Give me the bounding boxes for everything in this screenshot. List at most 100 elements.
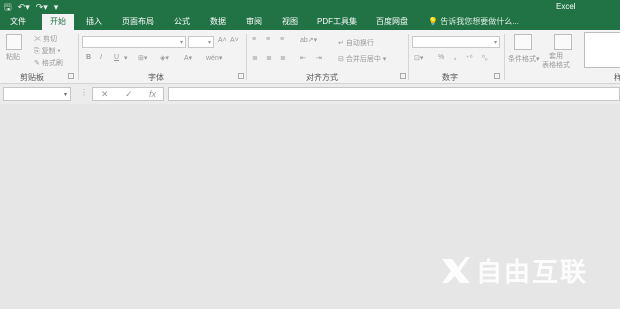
divider <box>504 34 505 80</box>
tab-view[interactable]: 视图 <box>274 14 306 30</box>
align-left-icon[interactable]: ≣ <box>252 54 258 62</box>
font-size-combo[interactable]: ▾ <box>188 36 214 48</box>
increase-indent-icon[interactable]: ⇥ <box>316 54 322 62</box>
app-title: Excel <box>556 2 576 11</box>
tell-me-box[interactable]: 💡 告诉我您想要做什么... <box>428 14 519 30</box>
phonetic-label: wén <box>206 55 219 62</box>
shrink-font-button[interactable]: A˅ <box>230 37 239 44</box>
borders-icon[interactable]: ⊞▾ <box>138 54 147 62</box>
decrease-decimal-icon[interactable]: ⁰₀ <box>482 54 488 62</box>
number-format-combo[interactable]: ▾ <box>412 36 500 48</box>
divider <box>78 34 79 80</box>
orientation-icon[interactable]: ab↗▾ <box>300 36 317 44</box>
group-label-alignment: 对齐方式 <box>306 73 338 82</box>
lightbulb-icon: 💡 <box>428 17 438 26</box>
underline-dropdown[interactable]: ▾ <box>124 54 128 62</box>
group-label-font: 字体 <box>148 73 164 82</box>
undo-icon[interactable]: ↶▾ <box>18 1 30 13</box>
italic-button[interactable]: I <box>100 54 102 61</box>
watermark: 自由互联 <box>438 250 588 290</box>
bold-button[interactable]: B <box>86 54 91 61</box>
font-name-combo[interactable]: ▾ <box>82 36 186 48</box>
tab-file[interactable]: 文件 <box>0 14 36 30</box>
tab-data[interactable]: 数据 <box>202 14 234 30</box>
tab-home[interactable]: 开始 <box>42 14 74 30</box>
top-align-icon[interactable]: ≡ <box>252 36 256 43</box>
divider <box>408 34 409 80</box>
tab-review[interactable]: 审阅 <box>238 14 270 30</box>
quick-access-toolbar: 🖫 ↶▾ ↷▾ ▾ <box>4 1 58 13</box>
cancel-button[interactable]: ✕ <box>101 89 109 100</box>
cell-styles-gallery[interactable] <box>584 32 620 68</box>
paste-button[interactable]: 粘贴 <box>6 52 20 62</box>
phonetic-button[interactable]: wén▾ <box>206 54 222 62</box>
tab-baidu-netdisk[interactable]: 百度网盘 <box>368 14 416 30</box>
format-as-table-button[interactable]: 套用 表格格式 <box>542 52 570 70</box>
formula-bar-grip[interactable]: ⋮ <box>80 88 88 97</box>
merge-center-button[interactable]: ⊟ 合并后居中 ▾ <box>338 54 386 64</box>
number-launcher-icon[interactable] <box>494 73 500 79</box>
wrap-text-label: 自动换行 <box>345 40 374 47</box>
chevron-down-icon: ▾ <box>63 92 67 98</box>
save-icon[interactable]: 🖫 <box>4 1 12 13</box>
watermark-text: 自由互联 <box>476 257 589 288</box>
brush-icon: ✎ <box>34 60 40 67</box>
enter-button[interactable]: ✓ <box>125 89 133 100</box>
align-right-icon[interactable]: ≣ <box>280 54 286 62</box>
clipboard-launcher-icon[interactable] <box>68 73 74 79</box>
tell-me-placeholder: 告诉我您想要做什么... <box>440 17 519 26</box>
tab-formulas[interactable]: 公式 <box>166 14 198 30</box>
copy-button[interactable]: ⎘ 复制 ▾ <box>34 46 60 56</box>
ribbon: 粘贴 ✂ 剪切 ⎘ 复制 ▾ ✎ 格式刷 剪贴板 ▾ ▾ A˄ A˅ B I U… <box>0 30 620 84</box>
tab-insert[interactable]: 插入 <box>78 14 110 30</box>
increase-decimal-icon[interactable]: ⁺⁰ <box>466 54 473 62</box>
conditional-format-icon[interactable] <box>514 34 532 50</box>
copy-icon: ⎘ <box>34 48 40 55</box>
middle-align-icon[interactable]: ≡ <box>266 36 270 43</box>
group-label-styles-partial: 样 <box>614 73 620 82</box>
format-painter-label: 格式刷 <box>41 60 63 67</box>
chevron-down-icon: ▾ <box>179 40 183 46</box>
chevron-down-icon[interactable]: ▾ <box>54 1 59 13</box>
align-center-icon[interactable]: ≣ <box>266 54 272 62</box>
group-label-clipboard: 剪贴板 <box>20 73 44 82</box>
wrap-text-button[interactable]: ↵ 自动换行 <box>338 38 374 48</box>
copy-label: 复制 <box>41 48 56 55</box>
format-painter-button[interactable]: ✎ 格式刷 <box>34 58 63 68</box>
scissors-icon: ✂ <box>34 36 41 43</box>
font-color-label: A <box>184 55 189 62</box>
formula-bar: ▾ ⋮ ✕ ✓ fx <box>0 84 620 104</box>
font-launcher-icon[interactable] <box>238 73 244 79</box>
conditional-format-button[interactable]: 条件格式▾ <box>508 54 540 64</box>
comma-button[interactable]: , <box>454 54 456 61</box>
alignment-launcher-icon[interactable] <box>400 73 406 79</box>
conditional-format-label: 条件格式 <box>508 56 536 63</box>
chevron-down-icon: ▾ <box>207 40 211 46</box>
title-bar: 🖫 ↶▾ ↷▾ ▾ Excel <box>0 0 620 14</box>
cut-label: 剪切 <box>42 36 57 43</box>
tab-page-layout[interactable]: 页面布局 <box>116 14 160 30</box>
redo-icon[interactable]: ↷▾ <box>36 1 48 13</box>
fill-color-icon[interactable]: ◈▾ <box>160 54 169 62</box>
insert-function-button[interactable]: fx <box>149 89 156 99</box>
cut-button[interactable]: ✂ 剪切 <box>34 34 57 44</box>
merge-center-label: 合并后居中 <box>345 56 381 63</box>
wrap-icon: ↵ <box>338 40 344 47</box>
formula-input[interactable] <box>168 87 620 101</box>
tab-pdf-tools[interactable]: PDF工具集 <box>312 14 362 30</box>
grow-font-button[interactable]: A˄ <box>218 37 227 44</box>
divider <box>246 34 247 80</box>
decrease-indent-icon[interactable]: ⇤ <box>300 54 306 62</box>
name-box[interactable]: ▾ <box>3 87 71 101</box>
accounting-format-icon[interactable]: ⊡▾ <box>414 54 423 62</box>
group-label-number: 数字 <box>442 73 458 82</box>
underline-button[interactable]: U <box>114 54 119 61</box>
chevron-down-icon: ▾ <box>493 40 497 46</box>
formula-buttons: ✕ ✓ fx <box>92 87 164 101</box>
bottom-align-icon[interactable]: ≡ <box>280 36 284 43</box>
merge-icon: ⊟ <box>338 56 344 63</box>
format-as-table-icon[interactable] <box>554 34 572 50</box>
percent-button[interactable]: % <box>438 54 444 61</box>
paste-icon[interactable] <box>6 34 22 50</box>
font-color-button[interactable]: A▾ <box>184 54 192 62</box>
